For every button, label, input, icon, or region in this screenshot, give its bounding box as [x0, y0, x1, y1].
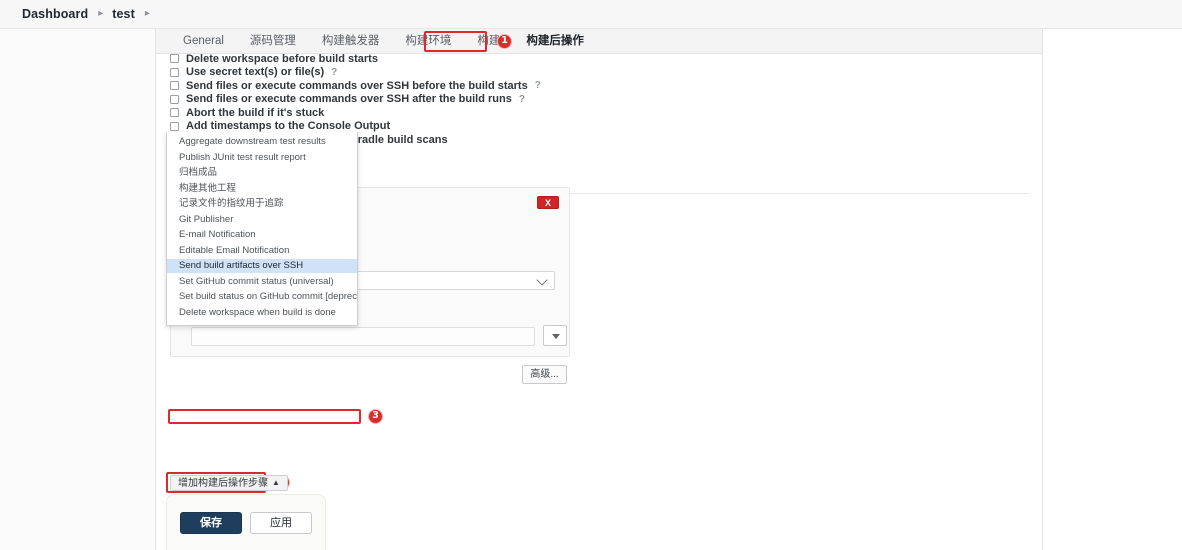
chevron-down-icon — [536, 274, 547, 285]
apply-button[interactable]: 应用 — [250, 512, 312, 534]
checkbox-row[interactable]: Use secret text(s) or file(s) ? — [170, 66, 870, 79]
checkbox-abort-build-if-stuck[interactable] — [170, 108, 179, 117]
annotation-box-3 — [168, 409, 361, 424]
menu-item-publish-junit-test-result-report[interactable]: Publish JUnit test result report — [167, 151, 357, 165]
menu-item-set-build-status-on-github-commit[interactable]: Set build status on GitHub commit [depre… — [167, 290, 357, 304]
tab-post-build-actions[interactable]: 构建后操作 — [513, 29, 597, 54]
menu-item-delete-workspace-when-build-done[interactable]: Delete workspace when build is done — [167, 306, 357, 320]
delete-builder-button[interactable]: X — [537, 196, 559, 209]
menu-item-email-notification[interactable]: E-mail Notification — [167, 228, 357, 242]
menu-item-set-github-commit-status-universal[interactable]: Set GitHub commit status (universal) — [167, 275, 357, 289]
breadcrumb-trailing-separator-icon: ▸ — [145, 9, 150, 19]
config-tab-strip: General 源码管理 构建触发器 构建环境 构建 构建后操作 — [156, 29, 1042, 54]
checkbox-row[interactable]: Add timestamps to the Console Output — [170, 120, 870, 133]
checkbox-use-secret-text-or-file[interactable] — [170, 68, 179, 77]
tab-general[interactable]: General — [170, 29, 237, 54]
configure-form-card: General 源码管理 构建触发器 构建环境 构建 构建后操作 1 Delet… — [155, 29, 1043, 550]
checkbox-label: Use secret text(s) or file(s) — [186, 66, 324, 78]
help-icon[interactable]: ? — [331, 67, 337, 78]
breadcrumb-item-dashboard[interactable]: Dashboard — [22, 7, 88, 21]
caret-down-icon — [552, 334, 560, 339]
breadcrumb-separator-icon: ▸ — [98, 9, 103, 19]
goals-dropdown-button[interactable] — [543, 325, 567, 346]
breadcrumb-item-test[interactable]: test — [112, 7, 135, 21]
menu-item-send-build-artifacts-over-ssh[interactable]: Send build artifacts over SSH — [167, 259, 357, 273]
checkbox-ssh-before-build[interactable] — [170, 81, 179, 90]
checkbox-row[interactable]: Abort the build if it's stuck — [170, 106, 870, 119]
checkbox-label: Delete workspace before build starts — [186, 53, 378, 65]
checkbox-ssh-after-build[interactable] — [170, 95, 179, 104]
caret-up-icon: ▲ — [272, 476, 280, 490]
advanced-button[interactable]: 高级... — [522, 365, 567, 384]
menu-item-editable-email-notification[interactable]: Editable Email Notification — [167, 244, 357, 258]
tab-source-code-management[interactable]: 源码管理 — [237, 29, 309, 54]
goals-input[interactable] — [191, 327, 535, 346]
save-button[interactable]: 保存 — [180, 512, 242, 534]
menu-item-aggregate-downstream-test-results[interactable]: Aggregate downstream test results — [167, 135, 357, 149]
page-canvas: General 源码管理 构建触发器 构建环境 构建 构建后操作 1 Delet… — [0, 29, 1182, 550]
tab-build-triggers[interactable]: 构建触发器 — [309, 29, 393, 54]
checkbox-label: Send files or execute commands over SSH … — [186, 93, 512, 105]
annotation-badge-1: 1 — [497, 34, 512, 49]
post-build-action-dropdown-menu: Aggregate downstream test results Publis… — [166, 132, 358, 326]
jenkins-configure-page: Dashboard ▸ test ▸ General 源码管理 构建触发器 构建… — [0, 0, 1182, 550]
checkbox-label: Add timestamps to the Console Output — [186, 120, 390, 132]
tab-build-environment[interactable]: 构建环境 — [392, 29, 464, 54]
checkbox-delete-workspace-before-build[interactable] — [170, 54, 179, 63]
add-post-build-step-label: 增加构建后操作步骤 — [178, 478, 268, 489]
help-icon[interactable]: ? — [519, 94, 525, 105]
checkbox-label: Send files or execute commands over SSH … — [186, 80, 528, 92]
annotation-badge-3: 3 — [368, 409, 383, 424]
checkbox-row[interactable]: Delete workspace before build starts — [170, 52, 870, 65]
menu-item-build-other-projects[interactable]: 构建其他工程 — [167, 182, 357, 196]
form-footer: 保存 应用 — [166, 494, 326, 550]
menu-item-archive-artifacts[interactable]: 归档成品 — [167, 166, 357, 180]
add-post-build-step-button[interactable]: 增加构建后操作步骤 ▲ — [170, 475, 288, 491]
menu-item-record-fingerprints[interactable]: 记录文件的指纹用于追踪 — [167, 197, 357, 211]
menu-item-git-publisher[interactable]: Git Publisher — [167, 213, 357, 227]
breadcrumb-bar: Dashboard ▸ test ▸ — [0, 0, 1182, 29]
left-rail — [0, 29, 155, 550]
checkbox-label: Abort the build if it's stuck — [186, 107, 324, 119]
checkbox-add-timestamps-console-output[interactable] — [170, 122, 179, 131]
checkbox-row[interactable]: Send files or execute commands over SSH … — [170, 79, 870, 92]
help-icon[interactable]: ? — [535, 80, 541, 91]
checkbox-row[interactable]: Send files or execute commands over SSH … — [170, 93, 870, 106]
